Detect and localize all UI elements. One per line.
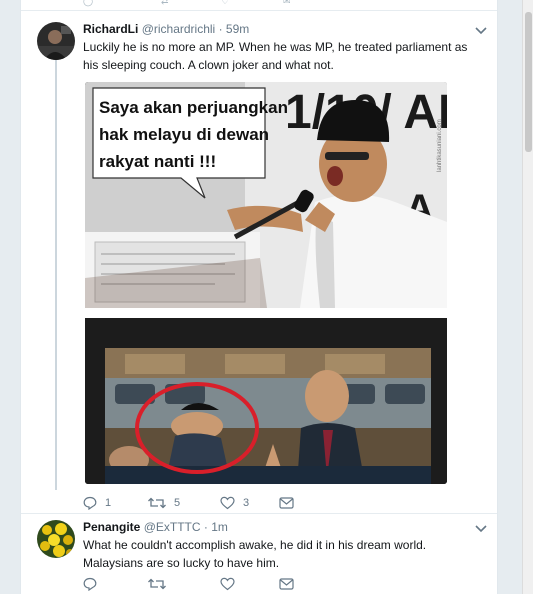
direct-message-button[interactable]	[279, 576, 294, 592]
chevron-down-icon[interactable]	[474, 24, 488, 38]
tweet-header: RichardLi @richardrichli · 59m	[83, 22, 249, 36]
retweet-button[interactable]	[148, 576, 166, 592]
retweet-count: 5	[174, 497, 181, 509]
avatar-penangite[interactable]	[37, 520, 75, 558]
heart-icon	[220, 496, 235, 510]
handle[interactable]: @ExTTTC	[144, 520, 201, 534]
tweet-divider	[21, 513, 497, 514]
retweet-button[interactable]: 5	[148, 495, 180, 511]
twitter-timeline: ◯ ⇄ ♡ ✉ RichardLi @richardrichli · 59m L…	[0, 0, 533, 594]
handle[interactable]: @richardrichli	[142, 22, 216, 36]
profile-photo-dark-icon	[37, 22, 75, 60]
scrollbar[interactable]	[522, 0, 533, 594]
heart-icon	[220, 577, 235, 591]
retweet-icon	[148, 578, 166, 590]
display-name[interactable]: RichardLi	[83, 22, 138, 36]
timestamp[interactable]: 1m	[211, 520, 228, 534]
like-button[interactable]	[220, 576, 235, 592]
tweet-actions: 1 5 3	[83, 495, 483, 511]
retweet-icon	[148, 497, 166, 509]
envelope-icon-partial: ✉	[283, 0, 291, 6]
tweet-header: Penangite @ExTTTC · 1m	[83, 520, 228, 534]
thread-line	[55, 60, 57, 490]
previous-tweet-edge: ◯ ⇄ ♡ ✉	[21, 0, 497, 11]
reply-count: 1	[105, 497, 112, 509]
timestamp[interactable]: 59m	[226, 22, 249, 36]
yellow-flowers-photo-icon	[37, 520, 75, 558]
scrollbar-thumb[interactable]	[525, 12, 532, 152]
parliament-sleeping-photo	[85, 318, 447, 484]
retweet-icon-partial: ⇄	[161, 0, 169, 6]
timeline-column: ◯ ⇄ ♡ ✉ RichardLi @richardrichli · 59m L…	[20, 0, 498, 594]
speech-bubble-line-1: Saya akan perjuangkan	[99, 98, 288, 117]
envelope-icon	[279, 578, 294, 590]
reply-icon	[83, 577, 97, 591]
politician-speech-photo: 1/10/ AH A	[85, 82, 447, 308]
display-name[interactable]: Penangite	[83, 520, 140, 534]
separator: ·	[218, 22, 223, 36]
speech-bubble-line-2: hak melayu di dewan	[99, 125, 269, 144]
tweet-image-parliament[interactable]	[85, 318, 447, 484]
tweet-actions	[83, 576, 483, 592]
speech-bubble-line-3: rakyat nanti !!!	[99, 152, 216, 171]
envelope-icon	[279, 497, 294, 509]
reply-button[interactable]: 1	[83, 495, 111, 511]
direct-message-button[interactable]	[279, 495, 294, 511]
heart-icon-partial: ♡	[221, 0, 230, 6]
reply-icon-partial: ◯	[83, 0, 94, 6]
like-button[interactable]: 3	[220, 495, 249, 511]
reply-icon	[83, 496, 97, 510]
separator: ·	[203, 520, 208, 534]
avatar-richardli[interactable]	[37, 22, 75, 60]
like-count: 3	[243, 497, 250, 509]
image-watermark: lanhtikasuniani.com	[437, 119, 443, 172]
chevron-down-icon[interactable]	[474, 522, 488, 536]
reply-button[interactable]	[83, 576, 97, 592]
tweet-text: What he couldn't accomplish awake, he di…	[83, 538, 427, 570]
tweet-image-speech[interactable]: 1/10/ AH A	[85, 82, 447, 308]
tweet-text: Luckily he is no more an MP. When he was…	[83, 40, 468, 72]
